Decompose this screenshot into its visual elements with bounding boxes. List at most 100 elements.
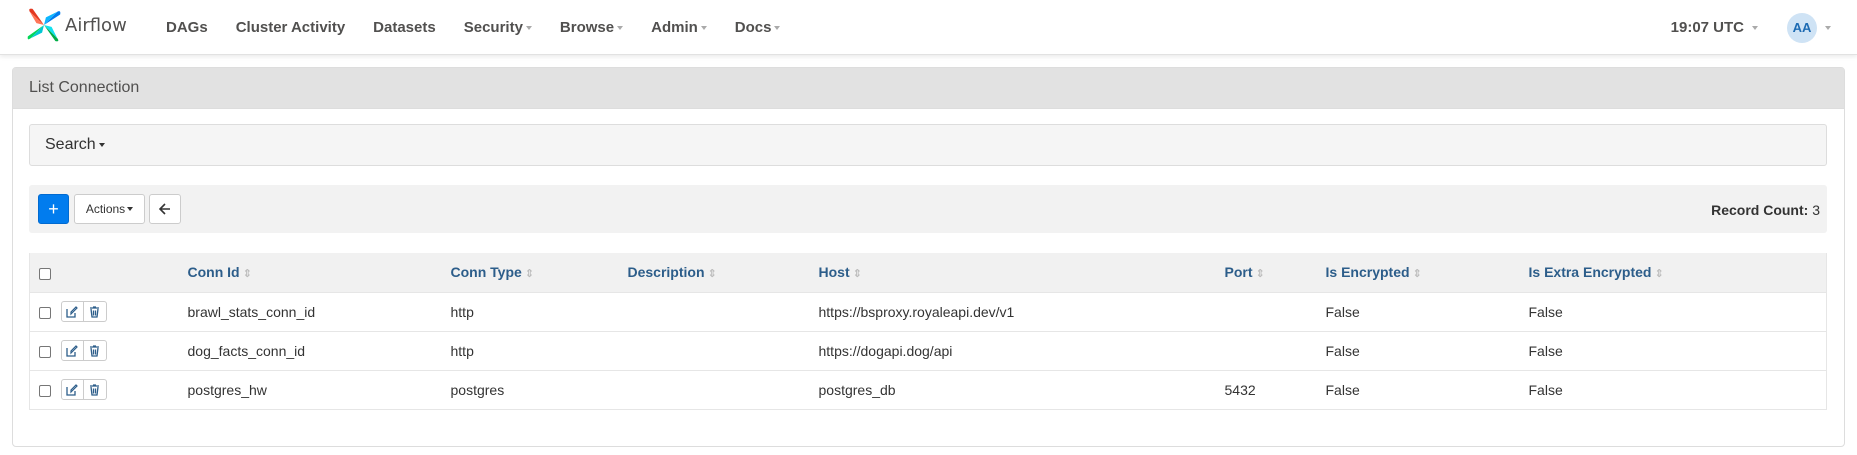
edit-button[interactable] — [60, 301, 84, 322]
chevron-down-icon — [98, 143, 105, 147]
table-row: brawl_stats_conn_id http https://bsproxy… — [29, 292, 1827, 332]
record-count-value: 3 — [1812, 202, 1820, 218]
sort-icon: ⇕ — [242, 268, 252, 281]
cell-is-encrypted: False — [1325, 331, 1529, 371]
nav-security-label: Security — [463, 19, 523, 36]
cell-is-extra-encrypted: False — [1528, 292, 1827, 332]
sort-icon: ⇕ — [1255, 268, 1265, 281]
cell-is-encrypted: False — [1325, 292, 1529, 332]
cell-is-extra-encrypted: False — [1528, 370, 1827, 410]
nav-datasets-label: Datasets — [373, 19, 436, 36]
table-row: dog_facts_conn_id http https://dogapi.do… — [29, 331, 1827, 371]
select-all-checkbox[interactable] — [39, 267, 51, 280]
page-title: List Connection — [29, 79, 140, 96]
sort-icon: ⇕ — [524, 268, 535, 281]
chevron-down-icon — [774, 25, 781, 30]
cell-port — [1224, 331, 1326, 371]
search-toggle[interactable]: Search — [29, 124, 1827, 166]
chevron-down-icon — [1825, 25, 1831, 30]
column-header-is-extra-encrypted[interactable]: Is Extra Encrypted ⇕ — [1528, 253, 1827, 293]
column-label: Host — [818, 264, 850, 281]
arrow-left-icon — [159, 203, 170, 215]
cell-conn-id: brawl_stats_conn_id — [187, 292, 451, 332]
cell-conn-id: dog_facts_conn_id — [187, 331, 451, 371]
edit-icon — [66, 383, 78, 396]
nav-datasets[interactable]: Datasets — [359, 0, 450, 55]
cell-conn-type: http — [450, 331, 628, 371]
clock-dropdown[interactable]: 19:07 UTC — [1671, 19, 1758, 36]
chevron-down-icon — [700, 25, 707, 30]
column-header-port[interactable]: Port ⇕ — [1224, 253, 1326, 293]
airflow-pinwheel-icon — [27, 8, 61, 42]
top-navbar: Airflow DAGs Cluster Activity Datasets S… — [0, 0, 1857, 55]
nav-security[interactable]: Security — [450, 0, 546, 55]
nav-browse[interactable]: Browse — [546, 0, 637, 55]
row-checkbox[interactable] — [39, 345, 51, 358]
brand-name: Airflow — [65, 15, 127, 36]
nav-right: 19:07 UTC AA — [1671, 0, 1831, 55]
cell-port: 5432 — [1224, 370, 1326, 410]
edit-button[interactable] — [60, 340, 84, 361]
cell-host: postgres_db — [818, 370, 1225, 410]
actions-label: Actions — [85, 202, 126, 216]
column-header-description[interactable]: Description ⇕ — [627, 253, 819, 293]
add-record-label: + — [48, 198, 59, 219]
connections-table: Conn Id ⇕ Conn Type ⇕ Description ⇕ Host ⇕ P… — [29, 253, 1827, 410]
trash-icon — [90, 305, 99, 318]
actions-dropdown[interactable]: Actions — [74, 194, 145, 224]
cell-description — [627, 370, 819, 410]
nav-dags[interactable]: DAGs — [152, 0, 222, 55]
nav-admin[interactable]: Admin — [637, 0, 721, 55]
table-row: postgres_hw postgres postgres_db 5432 Fa… — [29, 370, 1827, 410]
nav-dags-label: DAGs — [166, 19, 208, 36]
chevron-down-icon — [617, 25, 624, 30]
nav-admin-label: Admin — [651, 19, 698, 36]
chevron-down-icon — [1752, 25, 1758, 30]
column-header-conn-type[interactable]: Conn Type ⇕ — [450, 253, 628, 293]
back-button[interactable] — [149, 194, 181, 224]
delete-button[interactable] — [83, 340, 107, 361]
column-label: Conn Id — [187, 264, 240, 281]
brand-logo[interactable]: Airflow — [25, 6, 127, 46]
trash-icon — [90, 383, 99, 396]
delete-button[interactable] — [83, 379, 107, 400]
clock-time: 19:07 UTC — [1670, 19, 1744, 36]
sort-icon: ⇕ — [852, 268, 862, 281]
nav-browse-label: Browse — [559, 19, 615, 36]
add-record-button[interactable]: + — [38, 194, 69, 224]
row-checkbox[interactable] — [39, 306, 51, 319]
cell-conn-id: postgres_hw — [187, 370, 451, 410]
column-header-conn-id[interactable]: Conn Id ⇕ — [187, 253, 451, 293]
row-checkbox[interactable] — [39, 384, 51, 397]
delete-button[interactable] — [83, 301, 107, 322]
cell-is-extra-encrypted: False — [1528, 331, 1827, 371]
column-label: Is Extra Encrypted — [1528, 264, 1652, 281]
column-header-is-encrypted[interactable]: Is Encrypted ⇕ — [1325, 253, 1529, 293]
column-label: Is Encrypted — [1325, 264, 1410, 281]
record-count: Record Count: 3 — [1711, 202, 1820, 218]
nav-docs[interactable]: Docs — [721, 0, 795, 55]
cell-description — [627, 292, 819, 332]
panel-heading: List Connection — [13, 68, 1844, 109]
row-actions — [60, 379, 107, 400]
record-count-label: Record Count: — [1711, 202, 1809, 218]
nav-cluster-activity-label: Cluster Activity — [235, 19, 346, 36]
edit-icon — [66, 305, 78, 318]
cell-is-encrypted: False — [1325, 370, 1529, 410]
chevron-down-icon — [127, 207, 134, 211]
row-actions — [60, 340, 107, 361]
column-header-host[interactable]: Host ⇕ — [818, 253, 1225, 293]
cell-port — [1224, 292, 1326, 332]
user-menu[interactable]: AA — [1787, 12, 1831, 43]
avatar: AA — [1787, 12, 1817, 43]
cell-host: https://bsproxy.royaleapi.dev/v1 — [818, 292, 1225, 332]
cell-host: https://dogapi.dog/api — [818, 331, 1225, 371]
column-label: Description — [627, 264, 705, 281]
nav-docs-label: Docs — [734, 19, 772, 36]
cell-description — [627, 331, 819, 371]
sort-icon: ⇕ — [1412, 268, 1422, 281]
edit-button[interactable] — [60, 379, 84, 400]
nav-cluster-activity[interactable]: Cluster Activity — [222, 0, 359, 55]
cell-conn-type: postgres — [450, 370, 628, 410]
row-actions — [60, 301, 107, 322]
